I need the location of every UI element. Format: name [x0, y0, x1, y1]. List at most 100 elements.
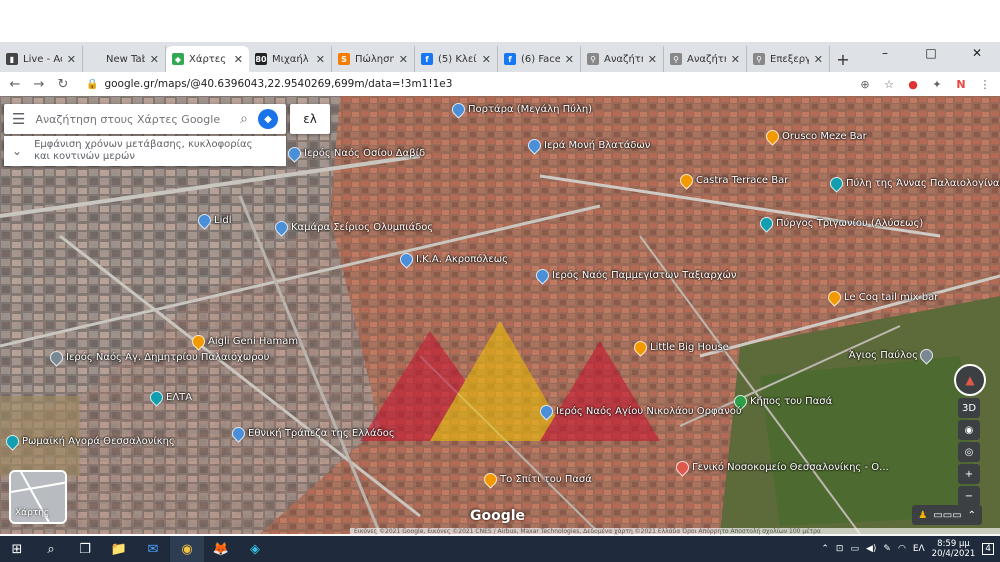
menu-icon[interactable]: ☰	[12, 110, 25, 128]
pen-icon[interactable]: ✎	[883, 544, 891, 554]
language-indicator[interactable]: ΕΛ	[913, 544, 925, 554]
map-place-label[interactable]: Orusco Meze Bar	[782, 131, 867, 142]
browser-tab[interactable]: 80 Μιχαήλ Α ✕	[249, 46, 332, 72]
map-place-label[interactable]: ΕΛΤΑ	[166, 392, 192, 403]
bookmark-star-icon[interactable]: ☆	[880, 75, 898, 93]
map-place-label[interactable]: Ιερά Μονή Βλατάδων	[544, 140, 650, 151]
map-place-label[interactable]: Εθνική Τράπεζα της Ελλάδος	[248, 428, 395, 439]
browser-tab[interactable]: f (6) Faceb ✕	[498, 46, 581, 72]
extension-adblock-icon[interactable]: ●	[904, 75, 922, 93]
map-place-label[interactable]: Ρωμαϊκή Αγορά Θεσσαλονίκης	[22, 436, 175, 447]
tab-favicon-icon: ⚲	[587, 53, 599, 65]
globe-icon[interactable]: ◉	[958, 420, 980, 440]
tab-title: Μιχαήλ Α	[272, 53, 311, 65]
browser-tab[interactable]: ⚲ Επεξεργ ✕	[747, 46, 830, 72]
map-place-label[interactable]: Little Big House	[650, 342, 729, 353]
pegman-icon[interactable]: ♟	[918, 510, 927, 521]
notifications-icon[interactable]: 4	[982, 543, 994, 555]
map-place-label[interactable]: Άγιος Παύλος	[849, 350, 918, 361]
map-place-label[interactable]: Ιερός Ναός Οσίου Δαβίδ	[304, 148, 425, 159]
battery-icon[interactable]: ▭	[850, 544, 859, 554]
map-place-label[interactable]: Καμάρα Σείριος Ολυμπιάδος	[291, 222, 433, 233]
map-layer-toggle[interactable]: Χάρτης	[9, 470, 67, 524]
imagery-thumbnail[interactable]: ▭▭▭	[933, 510, 961, 521]
wifi-icon[interactable]: ◠	[898, 544, 906, 554]
file-explorer-icon[interactable]: 📁	[102, 536, 136, 562]
tab-title: Αναζήτη	[687, 53, 726, 65]
install-icon[interactable]: ⊕	[856, 75, 874, 93]
minimize-button[interactable]: –	[862, 42, 908, 64]
map-place-label[interactable]: Ι.Κ.Α. Ακροπόλεως	[416, 254, 508, 265]
browser-tab[interactable]: f (5) Κλείσ ✕	[415, 46, 498, 72]
tray-chevron-icon[interactable]: ⌃	[821, 544, 829, 554]
chrome-icon[interactable]: ◉	[170, 536, 204, 562]
tab-close-icon[interactable]: ✕	[482, 53, 491, 66]
language-button[interactable]: ελ	[290, 104, 330, 134]
address-bar[interactable]: 🔒 google.gr/maps/@40.6396043,22.9540269,…	[78, 74, 850, 94]
tab-close-icon[interactable]: ✕	[150, 53, 159, 66]
task-view-icon[interactable]: ❐	[68, 536, 102, 562]
map-place-label[interactable]: Aigli Geni Hamam	[208, 336, 298, 347]
extension-ns-icon[interactable]: N	[952, 75, 970, 93]
forward-button[interactable]: →	[30, 75, 48, 93]
zoom-in-button[interactable]: +	[958, 464, 980, 484]
browser-tab[interactable]: ▮ Live - Ac ✕	[0, 46, 83, 72]
map-place-label[interactable]: Lidl	[214, 215, 231, 226]
edge-icon[interactable]: ◈	[238, 536, 272, 562]
new-tab-button[interactable]: +	[830, 46, 856, 72]
directions-icon[interactable]: ◆	[258, 109, 278, 129]
clock[interactable]: 8:59 μμ 20/4/2021	[932, 539, 976, 559]
more-menu-icon[interactable]: ⋮	[976, 75, 994, 93]
tab-close-icon[interactable]: ✕	[731, 53, 740, 66]
tab-favicon-icon: ◆	[172, 53, 184, 65]
tab-title: New Tab	[106, 53, 145, 65]
maximize-button[interactable]: □	[908, 42, 954, 64]
search-input[interactable]: Αναζήτηση στους Χάρτες Google	[35, 113, 230, 126]
tab-close-icon[interactable]: ✕	[234, 53, 243, 66]
tab-title: Αναζήτη	[604, 53, 643, 65]
taskbar-search-icon[interactable]: ⌕	[34, 536, 68, 562]
extensions-puzzle-icon[interactable]: ✦	[928, 75, 946, 93]
map-place-label[interactable]: Ιερός Ναός Παμμεγίστων Ταξιαρχών	[552, 270, 736, 281]
travel-times-panel[interactable]: ⌄ Εμφάνιση χρόνων μετάβασης, κυκλοφορίας…	[4, 136, 286, 166]
reload-button[interactable]: ↻	[54, 75, 72, 93]
browser-tab[interactable]: ◆ Χάρτες G ✕	[166, 46, 249, 72]
map-place-label[interactable]: Castra Terrace Bar	[696, 175, 788, 186]
tilt-3d-button[interactable]: 3D	[958, 398, 980, 418]
back-button[interactable]: ←	[6, 75, 24, 93]
browser-tab[interactable]: ⚲ Αναζήτη ✕	[581, 46, 664, 72]
map-place-label[interactable]: Γενικό Νοσοκομείο Θεσσαλονίκης - Ο...	[692, 462, 889, 473]
network-icon[interactable]: ⊡	[836, 544, 844, 554]
tab-close-icon[interactable]: ✕	[399, 53, 408, 66]
map-place-label[interactable]: Το Σπίτι του Πασά	[500, 474, 592, 485]
tab-close-icon[interactable]: ✕	[67, 53, 76, 66]
tab-close-icon[interactable]: ✕	[565, 53, 574, 66]
close-window-button[interactable]: ✕	[954, 42, 1000, 64]
browser-tab[interactable]: ⚲ Αναζήτη ✕	[664, 46, 747, 72]
browser-tab[interactable]: S Πώληση ✕	[332, 46, 415, 72]
search-icon[interactable]: ⌕	[240, 111, 248, 127]
tab-title: Live - Ac	[23, 53, 62, 65]
map-place-label[interactable]: Κήπος του Πασά	[750, 396, 832, 407]
browser-tab[interactable]: New Tab ✕	[83, 46, 166, 72]
firefox-icon[interactable]: 🦊	[204, 536, 238, 562]
map-place-label[interactable]: Πύργος Τριγωνίου (Αλύσεως)	[776, 218, 923, 229]
map-search-box[interactable]: ☰ Αναζήτηση στους Χάρτες Google ⌕ ◆	[4, 104, 286, 134]
tab-close-icon[interactable]: ✕	[648, 53, 657, 66]
volume-icon[interactable]: ◀)	[866, 544, 876, 554]
expand-icon[interactable]: ⌃	[968, 510, 976, 521]
chevron-down-icon[interactable]: ⌄	[12, 145, 22, 157]
zoom-out-button[interactable]: −	[958, 486, 980, 506]
tab-close-icon[interactable]: ✕	[814, 53, 823, 66]
tab-title: Πώληση	[355, 53, 394, 65]
tab-close-icon[interactable]: ✕	[316, 53, 325, 66]
map-place-label[interactable]: Πορτάρα (Μεγάλη Πύλη)	[468, 104, 592, 115]
start-button[interactable]: ⊞	[0, 536, 34, 562]
compass-icon[interactable]: ▲	[954, 364, 986, 396]
map-place-label[interactable]: Πύλη της Άννας Παλαιολογίνας	[846, 178, 1000, 189]
map-place-label[interactable]: Ιερός Ναός Αγίου Νικολάου Ορφανού	[556, 406, 742, 417]
my-location-icon[interactable]: ◎	[958, 442, 980, 462]
map-place-label[interactable]: Le Coq tail mix bar	[844, 292, 938, 303]
mail-icon[interactable]: ✉	[136, 536, 170, 562]
map-place-label[interactable]: Ιερός Ναός Αγ. Δημητρίου Παλαιόχωρου	[66, 352, 269, 363]
